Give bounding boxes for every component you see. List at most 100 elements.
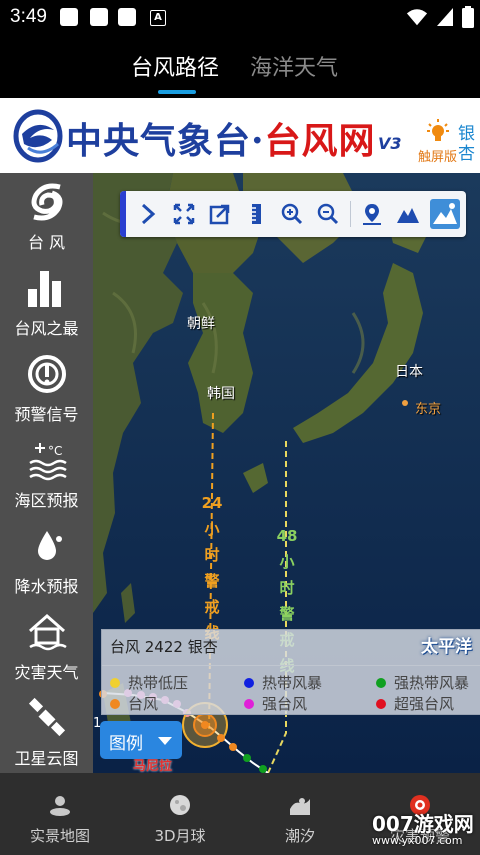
top-tabs: 台风路径 海洋天气 bbox=[0, 36, 480, 98]
warning-line-24h-label: 24 小 时 警 戒 线 bbox=[201, 490, 223, 646]
sidebar-item-rain-forecast[interactable]: 降水预报 bbox=[0, 517, 93, 603]
terrain-icon[interactable] bbox=[396, 202, 420, 226]
sidebar-item-typhoon[interactable]: 台 风 bbox=[0, 173, 93, 259]
legend-item-sts: 强热带风暴 bbox=[376, 672, 469, 693]
sidebar-item-disaster-weather[interactable]: 灾害天气 bbox=[0, 603, 93, 689]
banner-title-red: 台风网 bbox=[264, 120, 376, 162]
rain-drop-icon bbox=[38, 531, 62, 560]
warn48-char: 时 bbox=[279, 579, 295, 597]
notification-icon bbox=[60, 8, 78, 26]
wifi-icon bbox=[406, 9, 428, 26]
legend-button[interactable]: 图例 bbox=[100, 721, 182, 759]
map-label-tokyo: 东京 bbox=[415, 402, 442, 417]
banner-title-main: 中央气象台· bbox=[66, 120, 265, 162]
notification-icon bbox=[90, 8, 108, 26]
warn24-char: 24 bbox=[201, 494, 223, 512]
status-time: 3:49 bbox=[10, 6, 47, 27]
warn24-char: 小 bbox=[204, 520, 220, 538]
font-a-icon: A bbox=[150, 10, 166, 26]
map-person-icon bbox=[50, 796, 70, 816]
location-pin-icon[interactable] bbox=[360, 202, 384, 226]
warn24-char: 戒 bbox=[204, 598, 220, 616]
toolbar-accent bbox=[120, 191, 126, 237]
sidebar-item-satellite-cloud[interactable]: 卫星云图 bbox=[0, 689, 93, 775]
banner-title: 中央气象台·台风网 bbox=[66, 112, 376, 164]
sidebar-item-label: 灾害天气 bbox=[14, 663, 79, 682]
export-icon[interactable] bbox=[208, 202, 232, 226]
legend-dot bbox=[244, 678, 254, 688]
legend-label: 热带低压 bbox=[128, 674, 189, 692]
legend-dot bbox=[110, 678, 120, 688]
nav-item-3d-moon[interactable]: 3D月球 bbox=[120, 773, 240, 855]
sidebar-item-label: 海区预报 bbox=[14, 491, 79, 510]
legend-dot bbox=[376, 678, 386, 688]
sidebar-item-label: 台风之最 bbox=[14, 319, 79, 338]
legend-label: 强台风 bbox=[262, 695, 308, 713]
map-label-japan: 日本 bbox=[395, 364, 423, 380]
zoom-out-icon[interactable] bbox=[316, 202, 340, 226]
sidebar-item-label: 预警信号 bbox=[14, 405, 79, 424]
expand-arrow-icon[interactable] bbox=[136, 202, 160, 226]
legend-item-ty: 台风 bbox=[110, 693, 158, 714]
nav-item-tide[interactable]: 潮汐 bbox=[240, 773, 360, 855]
tab-ocean-weather[interactable]: 海洋天气 bbox=[250, 50, 338, 82]
warning-signal-icon bbox=[28, 355, 66, 393]
sea-forecast-icon: °C bbox=[29, 443, 67, 481]
sidebar-item-label: 降水预报 bbox=[14, 577, 79, 596]
legend-label: 台风 bbox=[128, 695, 159, 713]
touch-version-label: 触屏版 bbox=[418, 150, 458, 165]
warn24-char: 时 bbox=[204, 546, 220, 564]
nav-item-live-map[interactable]: 实景地图 bbox=[0, 773, 120, 855]
toolbar-divider bbox=[350, 201, 351, 227]
panel-divider bbox=[102, 665, 480, 666]
zoom-in-icon[interactable] bbox=[280, 202, 304, 226]
warn24-char: 警 bbox=[204, 572, 220, 590]
legend-item-sty: 强台风 bbox=[244, 693, 307, 714]
warn48-char: 小 bbox=[279, 553, 295, 571]
nav-label: 潮汐 bbox=[284, 827, 315, 845]
sidebar-item-typhoon-records[interactable]: 台风之最 bbox=[0, 259, 93, 345]
disaster-weather-icon bbox=[29, 613, 67, 651]
sidebar-item-sea-forecast[interactable]: °C 海区预报 bbox=[0, 431, 93, 517]
map-toolbar bbox=[120, 191, 466, 237]
app-banner: 中央气象台·台风网 V3 触屏版 银杏 bbox=[0, 98, 480, 173]
ruler-icon[interactable] bbox=[244, 202, 268, 226]
fullscreen-icon[interactable] bbox=[172, 202, 196, 226]
satellite-map-icon[interactable] bbox=[430, 199, 460, 229]
legend-label: 强热带风暴 bbox=[394, 674, 470, 692]
watermark: 007游戏网 bbox=[372, 812, 474, 836]
lightbulb-icon bbox=[427, 119, 449, 141]
ocean-label: 太平洋 bbox=[421, 637, 472, 657]
legend-button-label: 图例 bbox=[109, 734, 143, 754]
legend-item-td: 热带低压 bbox=[110, 672, 188, 693]
battery-icon bbox=[462, 6, 474, 28]
notification-icon bbox=[118, 8, 136, 26]
legend-label: 热带风暴 bbox=[262, 674, 323, 692]
moon-icon bbox=[170, 795, 190, 815]
warn48-char: 警 bbox=[279, 605, 295, 623]
bar-chart-icon bbox=[28, 271, 61, 307]
typhoon-name-label: 银杏 bbox=[458, 124, 475, 164]
cma-logo-icon bbox=[13, 109, 63, 163]
watermark-url: www.yx007.com bbox=[372, 834, 463, 847]
chevron-down-icon bbox=[158, 737, 172, 745]
typhoon-info-panel: 台风 2422 银杏 太平洋 热带低压 热带风暴 强热带风暴 台风 强台风 超强… bbox=[101, 629, 480, 715]
tide-icon bbox=[290, 798, 310, 815]
active-tab-indicator bbox=[158, 90, 196, 94]
typhoon-icon bbox=[31, 183, 63, 221]
warn48-char: 48 bbox=[276, 527, 298, 545]
typhoon-info-header: 台风 2422 银杏 bbox=[110, 638, 218, 656]
signal-icon bbox=[437, 8, 453, 26]
map-label-korea: 韩国 bbox=[207, 386, 235, 402]
tab-typhoon-path[interactable]: 台风路径 bbox=[131, 50, 219, 82]
legend-dot bbox=[244, 699, 254, 709]
status-bar: 3:49 A bbox=[0, 0, 480, 36]
nav-label: 实景地图 bbox=[29, 827, 90, 845]
satellite-icon bbox=[28, 697, 66, 737]
legend-item-ts: 热带风暴 bbox=[244, 672, 322, 693]
sidebar-item-label: 台 风 bbox=[27, 233, 66, 252]
legend-label: 超强台风 bbox=[394, 695, 455, 713]
nav-label: 3D月球 bbox=[154, 827, 206, 845]
legend-dot bbox=[110, 699, 120, 709]
sidebar-item-warning-signals[interactable]: 预警信号 bbox=[0, 345, 93, 431]
